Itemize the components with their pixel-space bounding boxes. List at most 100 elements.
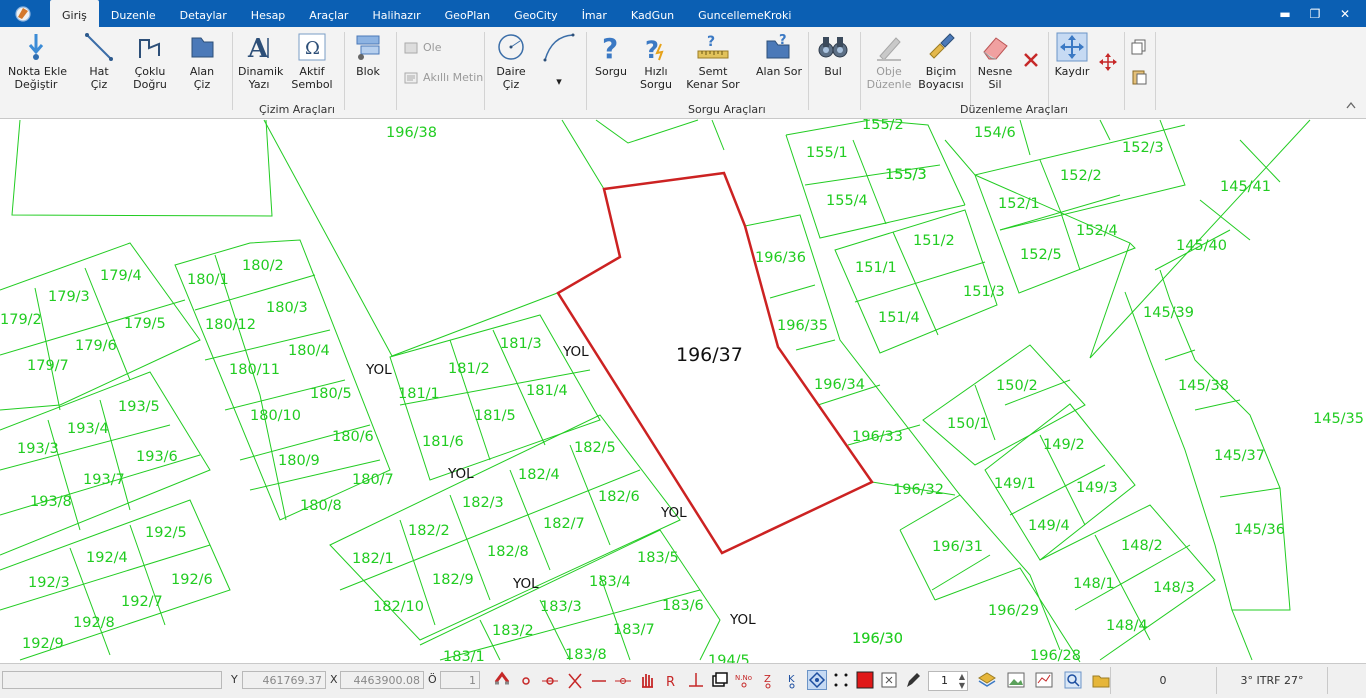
sorgu-button[interactable]: ? Sorgu [595, 32, 627, 78]
blok-button[interactable]: Blok [352, 32, 384, 78]
spinner-arrows-icon[interactable]: ▲ ▼ [959, 672, 965, 690]
parcel-boundary [769, 284, 816, 299]
akilli-metin-button[interactable]: Akıllı Metin [404, 71, 483, 84]
tab-4[interactable]: Araçlar [297, 0, 360, 27]
arc-draw-icon [543, 33, 575, 62]
tab-6[interactable]: GeoPlan [433, 0, 502, 27]
arc-draw-button[interactable]: ▾ [542, 32, 576, 88]
akilli-metin-label: Akıllı Metin [423, 71, 484, 84]
nesne-sil-button[interactable]: Nesne Sil [977, 32, 1013, 91]
svg-text:?: ? [779, 33, 787, 48]
daire-ciz-button[interactable]: Daire Çiz [494, 32, 528, 91]
parcel-label: 182/2 [408, 523, 450, 539]
scale-spinner[interactable]: 1 ▲ ▼ [928, 671, 968, 691]
polyline-icon [139, 39, 160, 58]
parcel-label: 148/2 [1121, 538, 1163, 554]
frame-icon[interactable] [879, 670, 899, 690]
parcel-map[interactable]: 196/38 155/2 154/6 155/1 152/3 155/3 152/2 155/… [0, 119, 1366, 663]
z-axis-icon[interactable]: Z [758, 670, 778, 690]
parcel-label: 145/35 [1313, 411, 1364, 427]
perpendicular-icon[interactable] [686, 670, 706, 690]
preview-icon[interactable] [1063, 670, 1083, 690]
paste-button[interactable] [1130, 69, 1148, 88]
parcel-label: 182/4 [518, 467, 560, 483]
semt-kenar-sor-button[interactable]: ? Semt Kenar Sor [684, 32, 742, 91]
aktif-sembol-button[interactable]: Ω Aktif Sembol [289, 32, 335, 91]
snap-point-icon[interactable] [516, 670, 536, 690]
pan-hand-icon[interactable] [637, 670, 657, 690]
tab-7[interactable]: GeoCity [502, 0, 570, 27]
snap-intersection-icon[interactable] [565, 670, 585, 690]
fill-color-icon[interactable] [855, 670, 875, 690]
coklu-dogru-button[interactable]: Çoklu Doğru [130, 32, 170, 91]
nokta-ekle-label: Nokta Ekle Değiştir [8, 65, 68, 91]
numbering-icon[interactable]: N.No [734, 670, 754, 690]
parcel-label: 180/9 [278, 453, 320, 469]
window-icon[interactable] [710, 670, 730, 690]
open-folder-icon[interactable] [1091, 670, 1111, 690]
parcel-label: 180/11 [229, 362, 280, 378]
alan-ciz-button[interactable]: Alan Çiz [186, 32, 218, 91]
layers-icon[interactable] [977, 670, 997, 690]
parcel-label: 179/4 [100, 268, 142, 284]
o-value-field: 1 [440, 671, 480, 689]
point-add-icon [28, 34, 44, 60]
snap-endpoint-icon[interactable] [540, 670, 560, 690]
map-canvas[interactable]: 196/38 155/2 154/6 155/1 152/3 155/3 152/2 155/… [0, 119, 1366, 663]
copy-button[interactable] [1130, 39, 1148, 58]
tab-9[interactable]: KadGun [619, 0, 686, 27]
tab-8[interactable]: İmar [570, 0, 619, 27]
ribbon-separator [970, 32, 971, 110]
tab-1[interactable]: Duzenle [99, 0, 168, 27]
bul-button[interactable]: Bul [816, 32, 850, 78]
snap-line-icon[interactable] [589, 670, 609, 690]
alan-sor-button[interactable]: ? Alan Sor [756, 32, 802, 78]
tab-5[interactable]: Halihazır [360, 0, 432, 27]
snap-midpoint-icon[interactable] [613, 670, 633, 690]
close-icon[interactable]: ✕ [1330, 0, 1360, 27]
collapse-ribbon-icon[interactable] [1346, 99, 1356, 109]
minimize-icon[interactable]: ▬ [1270, 0, 1300, 27]
tab-3[interactable]: Hesap [239, 0, 298, 27]
tab-10[interactable]: GuncellemeKroki [686, 0, 803, 27]
parcel-label: 196/34 [814, 377, 865, 393]
parcel-label: 183/3 [540, 599, 582, 615]
grid-points-icon[interactable] [831, 670, 851, 690]
projection-label: 3° ITRF 27° [1216, 667, 1328, 694]
delete-x-icon [1024, 53, 1038, 67]
k-axis-icon[interactable]: K [782, 670, 802, 690]
parcel-boundary [339, 469, 641, 591]
semt-kenar-sor-label: Semt Kenar Sor [686, 65, 740, 91]
snap-magnet-icon[interactable] [492, 670, 512, 690]
parcel-label: 193/5 [118, 399, 160, 415]
alan-ciz-label: Alan Çiz [189, 65, 215, 91]
hat-ciz-button[interactable]: Hat Çiz [83, 32, 115, 91]
bicim-boyacisi-button[interactable]: Biçim Boyacısı [918, 32, 964, 91]
parcel-label: 196/29 [988, 603, 1039, 619]
parcel-boundary [795, 339, 836, 351]
snap-r-icon[interactable]: R [661, 670, 681, 690]
restore-icon[interactable]: ❐ [1300, 0, 1330, 27]
app-logo-icon[interactable] [14, 5, 32, 22]
nokta-ekle-button[interactable]: Nokta Ekle Değiştir [8, 32, 68, 91]
parcel-label: 180/10 [250, 408, 301, 424]
delete-button[interactable] [1020, 51, 1042, 72]
tab-0[interactable]: Giriş [50, 0, 99, 27]
chart-icon[interactable] [1034, 670, 1054, 690]
parcel-label: 155/4 [826, 193, 868, 209]
parcel-label: 149/2 [1043, 437, 1085, 453]
move-small-button[interactable] [1098, 53, 1118, 74]
pen-icon[interactable] [903, 670, 923, 690]
kaydir-button[interactable]: Kaydır [1054, 32, 1090, 78]
quick-query-icon: ? [645, 36, 664, 62]
ortho-icon[interactable] [806, 670, 827, 690]
parcel-label: 155/1 [806, 145, 848, 161]
ribbon-toolbar: Nokta Ekle Değiştir Hat Çiz Çoklu Doğru Ala… [0, 27, 1366, 119]
svg-text:R: R [666, 675, 675, 690]
obje-duzenle-button[interactable]: Obje Düzenle [866, 32, 912, 91]
tab-2[interactable]: Detaylar [168, 0, 239, 27]
ole-button[interactable]: Ole [404, 41, 441, 54]
dinamik-yazi-button[interactable]: A Dinamik Yazı [238, 32, 283, 91]
hizli-sorgu-button[interactable]: ? Hızlı Sorgu [638, 32, 674, 91]
image-icon[interactable] [1006, 670, 1026, 690]
